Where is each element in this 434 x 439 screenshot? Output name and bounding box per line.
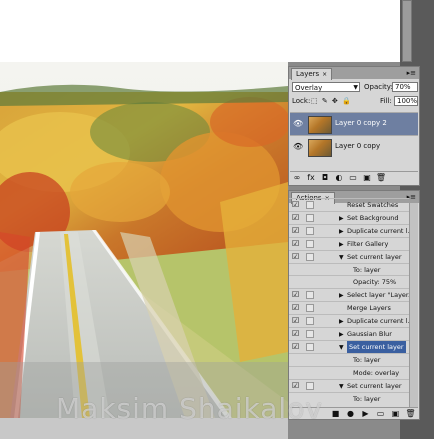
- dialog-toggle-icon[interactable]: [306, 381, 314, 390]
- layer-thumbnail: [308, 139, 332, 157]
- dialog-toggle-icon[interactable]: [306, 304, 314, 313]
- layers-panel: Layers × ▸≡ Overlay ▼ Opacity: 70% Lock: ⬚…: [288, 66, 420, 186]
- link-icon[interactable]: ∞: [290, 172, 304, 184]
- action-step-row[interactable]: ☑ ▼ Set current layer: [289, 378, 409, 393]
- layers-tabbar: Layers × ▸≡: [289, 67, 419, 80]
- layer-row[interactable]: 👁 Layer 0 copy 2: [290, 112, 418, 135]
- action-step-row[interactable]: ☑ ▶ Duplicate current l...: [289, 223, 414, 238]
- action-step-row[interactable]: ☑ Merge Layers: [289, 301, 409, 315]
- dialog-toggle-icon[interactable]: [306, 239, 314, 248]
- action-step-row[interactable]: ☑ Reset Swatches: [289, 198, 409, 212]
- opacity-field[interactable]: 70%: [392, 82, 418, 92]
- adjustment-icon[interactable]: ◐: [332, 172, 346, 184]
- tab-layers-label: Layers: [296, 70, 320, 78]
- checkmark-icon[interactable]: ☑: [292, 213, 300, 222]
- checkmark-icon[interactable]: ☑: [292, 317, 300, 325]
- action-step-row[interactable]: ☑ ▶ Gaussian Blur: [289, 327, 409, 341]
- canvas-top-area: [0, 0, 400, 62]
- action-step-row[interactable]: ☑ ▶ Filter Gallery: [289, 236, 409, 251]
- dialog-toggle-icon[interactable]: [306, 291, 314, 300]
- autumn-road-image: [0, 62, 288, 418]
- lock-icons[interactable]: ⬚ ✎ ✥ 🔒: [311, 96, 352, 106]
- checkmark-icon[interactable]: ☑: [292, 201, 300, 209]
- action-step-row[interactable]: ☑ ▶ Set Background: [289, 210, 409, 225]
- eye-icon[interactable]: 👁: [293, 118, 303, 129]
- dialog-toggle-icon[interactable]: [306, 226, 314, 235]
- action-detail-row[interactable]: Mode: overlay: [289, 365, 409, 380]
- layer-thumbnail: [308, 116, 332, 134]
- checkmark-icon[interactable]: ☑: [292, 330, 300, 338]
- action-step-row[interactable]: ☑ ▼ Set current layer: [289, 339, 409, 354]
- tab-layers[interactable]: Layers ×: [291, 68, 333, 80]
- blend-mode-select[interactable]: Overlay ▼: [292, 82, 360, 92]
- dialog-toggle-icon[interactable]: [306, 342, 314, 351]
- fill-field[interactable]: 100%: [394, 96, 418, 106]
- checkmark-icon[interactable]: ☑: [292, 291, 300, 299]
- watermark-text: Maksim Shaikalov: [56, 392, 323, 425]
- action-step-row[interactable]: ☑ ▼ Set current layer: [289, 249, 409, 264]
- checkmark-icon[interactable]: ☑: [292, 239, 300, 248]
- actions-panel: Actions × ▸≡ ☑ Reset Swatches ☑ ▶ Set Backgro…: [288, 190, 420, 420]
- fx-icon[interactable]: fx: [304, 172, 318, 184]
- new-action-icon[interactable]: ▣: [388, 408, 403, 420]
- layer-name: Layer 0 copy: [335, 142, 381, 150]
- play-icon[interactable]: ▶: [358, 408, 373, 420]
- eye-icon[interactable]: 👁: [293, 141, 303, 152]
- dialog-toggle-icon[interactable]: [306, 252, 314, 261]
- action-detail-row[interactable]: Opacity: 75%: [289, 275, 409, 289]
- checkmark-icon[interactable]: ☑: [292, 304, 300, 312]
- checkmark-icon[interactable]: ☑: [292, 342, 300, 351]
- dialog-toggle-icon[interactable]: [306, 330, 314, 338]
- action-detail-row[interactable]: To: layer: [289, 262, 409, 277]
- mask-icon[interactable]: ◘: [318, 172, 332, 184]
- checkmark-icon[interactable]: ☑: [292, 381, 300, 390]
- lock-label: Lock:: [292, 97, 311, 105]
- stop-icon[interactable]: ■: [328, 408, 343, 420]
- close-icon[interactable]: ×: [322, 71, 327, 78]
- actions-scrollbar[interactable]: [409, 203, 418, 407]
- new-layer-icon[interactable]: ▣: [360, 172, 374, 184]
- layer-name: Layer 0 copy 2: [335, 119, 387, 127]
- checkmark-icon[interactable]: ☑: [292, 252, 300, 261]
- record-icon[interactable]: ●: [343, 408, 358, 420]
- trash-icon[interactable]: 🗑: [374, 172, 388, 184]
- layer-row[interactable]: 👁 Layer 0 copy: [290, 135, 418, 158]
- blend-mode-value: Overlay: [295, 84, 323, 92]
- document-canvas-photo[interactable]: [0, 62, 288, 418]
- vertical-scrollbar[interactable]: [402, 0, 412, 62]
- panel-menu-icon[interactable]: ▸≡: [407, 69, 416, 77]
- layers-footer: ∞ fx ◘ ◐ ▭ ▣ 🗑: [290, 171, 418, 184]
- dialog-toggle-icon[interactable]: [306, 317, 314, 326]
- opacity-label: Opacity:: [364, 83, 393, 91]
- group-icon[interactable]: ▭: [346, 172, 360, 184]
- action-detail-row[interactable]: To: layer: [289, 352, 409, 367]
- dialog-toggle-icon[interactable]: [306, 201, 314, 209]
- new-set-icon[interactable]: ▭: [373, 408, 388, 420]
- fill-label: Fill:: [380, 97, 392, 105]
- chevron-down-icon: ▼: [353, 84, 358, 91]
- dialog-toggle-icon[interactable]: [306, 213, 314, 222]
- action-step-row[interactable]: ☑ ▶ Duplicate current l...: [289, 314, 414, 328]
- trash-icon[interactable]: 🗑: [403, 408, 418, 420]
- action-step-row[interactable]: ☑ ▶ Select layer "Layer...: [289, 288, 414, 302]
- workspace-background: Layers × ▸≡ Overlay ▼ Opacity: 70% Lock: ⬚…: [0, 0, 434, 439]
- checkmark-icon[interactable]: ☑: [292, 226, 300, 235]
